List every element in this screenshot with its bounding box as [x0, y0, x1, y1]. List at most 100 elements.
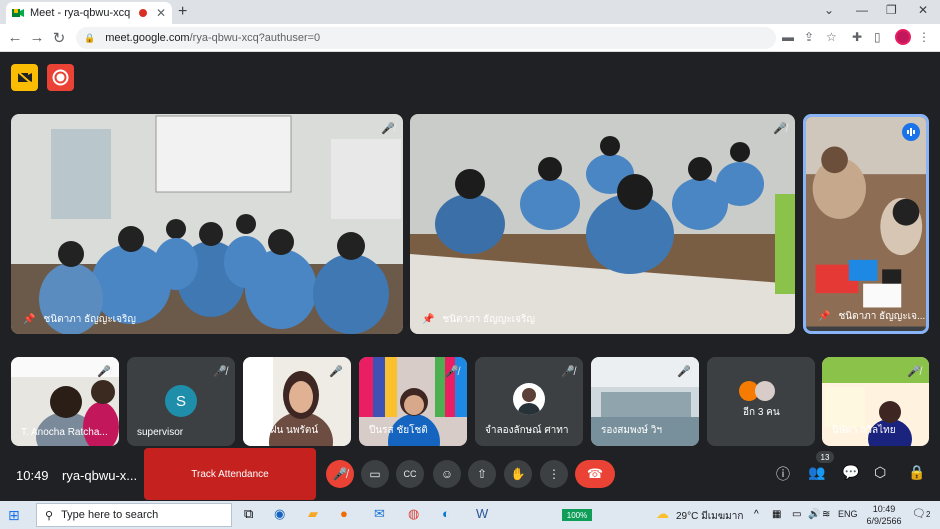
captions-button[interactable]: CC	[396, 460, 424, 488]
present-screen-icon: ⇧	[476, 467, 488, 481]
chrome-menu-icon[interactable]: ⋮	[918, 30, 930, 44]
task-view-icon[interactable]: ⧉	[244, 506, 253, 522]
emoji-icon: ☺	[440, 467, 454, 481]
minimize-button[interactable]: —	[856, 3, 868, 17]
participant-name: supervisor	[137, 427, 184, 438]
classroom-video-2	[410, 114, 795, 334]
participant-name: นิษัดา ถวิลไทย	[832, 425, 896, 436]
meeting-clock: 10:49	[16, 468, 49, 483]
tray-chevron-icon[interactable]: ^	[754, 509, 759, 520]
muted-mic-icon: 🎤̸	[97, 366, 111, 378]
muted-mic-icon: 🎤̸	[381, 123, 395, 135]
chat-icon[interactable]: 💬	[842, 464, 859, 481]
windows-start-icon[interactable]: ⊞	[8, 507, 20, 524]
pin-icon[interactable]: 📌	[818, 311, 830, 322]
track-attendance-button[interactable]: Track Attendance	[144, 448, 316, 500]
mail-icon[interactable]: ✉	[374, 506, 385, 522]
people-icon[interactable]: 👥	[808, 464, 825, 481]
pin-icon[interactable]: 📌	[422, 314, 434, 325]
speaking-indicator-icon	[902, 123, 920, 141]
side-panel-icon[interactable]: ▯	[874, 30, 881, 44]
muted-mic-icon: 🎤̸	[561, 366, 575, 378]
video-tile-small-5[interactable]: 🎤̸ จำลองลักษณ์ ศาทา	[475, 357, 583, 446]
participant-avatar	[513, 383, 545, 415]
pin-icon[interactable]: 📌	[23, 314, 35, 325]
participant-name: จำลองลักษณ์ ศาทา	[485, 425, 569, 436]
participant-name: ชนิดาภา ธัญญะเจริญ	[43, 314, 136, 325]
taskbar-search-input[interactable]: ⚲ Type here to search	[36, 503, 232, 527]
present-button[interactable]: ⇧	[468, 460, 496, 488]
camera-icon: ▭	[369, 467, 381, 481]
tab-search-icon[interactable]: ⌄	[824, 3, 834, 17]
more-options-button[interactable]: ⋮	[540, 460, 568, 488]
video-tile-main-1[interactable]: 🎤̸ 📌 ชนิดาภา ธัญญะเจริญ	[11, 114, 403, 334]
camera-blocked-icon[interactable]: ▬	[782, 30, 794, 44]
edge-icon[interactable]: ◐	[442, 506, 450, 521]
restore-button[interactable]: ❐	[886, 3, 897, 17]
url-field[interactable]: 🔒 meet.google.com/rya-qbwu-xcq?authuser=…	[76, 27, 776, 49]
network-icon[interactable]: ▦	[772, 509, 781, 520]
forward-button[interactable]: →	[28, 29, 46, 46]
close-tab-icon[interactable]: ✕	[156, 6, 166, 20]
more-vert-icon: ⋮	[548, 467, 560, 481]
participant-name: รองสมพงษ์ วิฯ	[601, 425, 663, 436]
camera-tray-icon[interactable]: ▭	[792, 509, 801, 520]
firefox-icon[interactable]: ●	[340, 506, 348, 521]
notifications-icon[interactable]: 🗨2	[912, 507, 930, 520]
meet-app-icon[interactable]: ◉	[274, 506, 285, 522]
extensions-icon[interactable]: ✚	[852, 30, 862, 44]
input-language[interactable]: ENG	[838, 509, 858, 519]
system-date: 6/9/2566	[866, 516, 902, 526]
notification-count: 2	[925, 510, 931, 519]
host-controls-icon[interactable]: 🔒	[908, 464, 925, 481]
others-avatars	[739, 381, 775, 406]
reactions-button[interactable]: ☺	[433, 460, 461, 488]
browser-tab-meet[interactable]: Meet - rya-qbwu-xcq ✕	[6, 2, 172, 24]
activities-icon[interactable]: ⬡	[874, 464, 886, 481]
file-explorer-icon[interactable]: ▰	[308, 506, 318, 522]
profile-avatar[interactable]	[895, 29, 911, 45]
muted-mic-icon: 🎤̸	[773, 123, 787, 135]
others-label: อีก 3 คน	[743, 407, 780, 418]
video-tile-main-3-active-speaker[interactable]: 📌 ชนิดาภา ธัญญะเจ...	[803, 114, 929, 334]
video-tile-small-1[interactable]: 🎤̸ T. Anocha Ratcha...	[11, 357, 119, 446]
camera-button[interactable]: ▭	[361, 460, 389, 488]
camera-off-badge-icon[interactable]	[11, 64, 38, 91]
system-clock[interactable]: 10:49 6/9/2566	[864, 503, 904, 527]
participant-count-badge: 13	[816, 451, 834, 463]
video-tile-small-4[interactable]: 🎤̸ ปีนรส ชัยโชติ	[359, 357, 467, 446]
new-tab-button[interactable]: +	[178, 3, 187, 21]
muted-mic-icon: 🎤̸	[445, 366, 459, 378]
share-icon[interactable]: ⇪	[804, 30, 814, 44]
chrome-icon[interactable]: ◍	[408, 506, 419, 522]
word-icon[interactable]: W	[476, 506, 488, 521]
video-tile-small-2[interactable]: S 🎤̸ supervisor	[127, 357, 235, 446]
mic-off-icon: 🎤̸	[332, 467, 348, 481]
muted-mic-icon: 🎤̸	[907, 366, 921, 378]
muted-mic-icon: 🎤̸	[213, 366, 227, 378]
battery-indicator: 100%	[562, 509, 592, 521]
leave-call-button[interactable]: ☎	[575, 460, 615, 488]
video-tile-small-8[interactable]: 🎤̸ นิษัดา ถวิลไทย	[822, 357, 929, 446]
video-tile-small-3[interactable]: 🎤̸ สายฝน นพรัตน์	[243, 357, 351, 446]
participant-name: ชนิดาภา ธัญญะเจ...	[838, 311, 926, 322]
raise-hand-button[interactable]: ✋	[504, 460, 532, 488]
participant-name: ชนิดาภา ธัญญะเจริญ	[442, 314, 535, 325]
mic-off-button[interactable]: 🎤̸	[326, 460, 354, 488]
back-button[interactable]: ←	[6, 29, 24, 46]
reload-button[interactable]: ↻	[50, 29, 68, 47]
hand-icon: ✋	[510, 467, 526, 481]
volume-icon[interactable]: 🔊	[808, 509, 820, 520]
close-window-button[interactable]: ✕	[918, 3, 928, 17]
wifi-icon[interactable]: ≋	[822, 509, 830, 520]
others-tile[interactable]: อีก 3 คน	[707, 357, 815, 446]
meet-stage: 🎤̸ 📌 ชนิดาภา ธัญญะเจริญ 🎤̸ 📌 ชนิดาภา ธัญญะ…	[0, 52, 940, 501]
meeting-code: rya-qbwu-x...	[62, 468, 138, 483]
video-tile-main-2[interactable]: 🎤̸ 📌 ชนิดาภา ธัญญะเจริญ	[410, 114, 795, 334]
recording-badge-icon[interactable]	[47, 64, 74, 91]
weather-text[interactable]: 29°C มีเมฆมาก	[676, 509, 743, 524]
video-tile-small-6[interactable]: 🎤̸ รองสมพงษ์ วิฯ	[591, 357, 699, 446]
meeting-info-icon[interactable]: ⓘ	[776, 464, 790, 484]
bookmark-star-icon[interactable]: ☆	[826, 30, 837, 44]
search-placeholder: Type here to search	[61, 509, 159, 521]
